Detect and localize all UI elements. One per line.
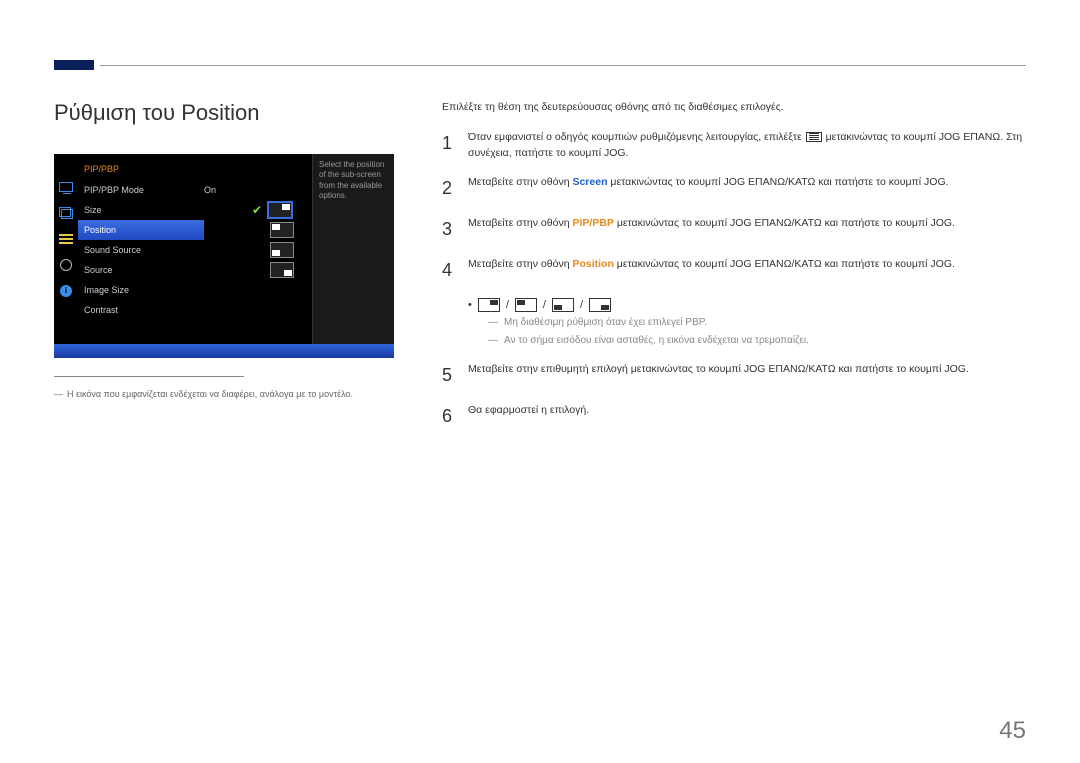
osd-item-mode[interactable]: PIP/PBP Mode [84,180,204,200]
osd-values: On [204,154,252,358]
osd-value-mode: On [204,185,216,195]
subnote-2: ― Αν το σήμα εισόδου είναι ασταθές, η ει… [488,334,1026,348]
osd-category-title: PIP/PBP [84,160,204,180]
subnote-text: Μη διαθέσιμη ρύθμιση όταν έχει επιλεγεί … [504,316,707,330]
osd-tab-screen-icon[interactable] [57,206,75,220]
sep: / [543,299,546,311]
step-body: Μεταβείτε στην οθόνη Screen μετακινώντας… [468,175,949,202]
dash-icon: ― [488,316,498,330]
osd-item-label: Contrast [84,305,118,315]
sep: / [580,299,583,311]
step-body: Θα εφαρμοστεί η επιλογή. [468,403,589,430]
step-4: 4 Μεταβείτε στην οθόνη Position μετακινώ… [442,257,1026,284]
step-3: 3 Μεταβείτε στην οθόνη PIP/PBP μετακινών… [442,216,1026,243]
osd-item-label: Source [84,265,113,275]
header-rule [100,65,1026,66]
osd-tab-info-icon[interactable]: i [57,284,75,298]
step-text: Μεταβείτε στην οθόνη [468,258,572,270]
step-number: 4 [442,257,456,284]
osd-bottom-bar [54,344,394,358]
dash-icon: ― [488,334,498,348]
osd-item-label: Position [84,225,116,235]
step-2: 2 Μεταβείτε στην οθόνη Screen μετακινώντ… [442,175,1026,202]
osd-list: PIP/PBP PIP/PBP Mode Size Position Sound… [78,154,204,358]
osd-tab-onscreen-icon[interactable] [57,232,75,246]
osd-item-sound-source[interactable]: Sound Source [84,240,204,260]
osd-item-label: PIP/PBP Mode [84,185,144,195]
page-number: 45 [999,717,1026,745]
check-icon: ✔ [252,203,262,217]
osd-tab-settings-icon[interactable] [57,258,75,272]
header-accent [54,60,94,70]
subnote-1: ― Μη διαθέσιμη ρύθμιση όταν έχει επιλεγε… [488,316,1026,330]
highlight-pippbp: PIP/PBP [572,217,613,229]
osd-item-label: Sound Source [84,245,141,255]
osd-item-label: Image Size [84,285,129,295]
step-text: Όταν εμφανιστεί ο οδηγός κουμπιών ρυθμιζ… [468,131,805,143]
step-number: 2 [442,175,456,202]
footnote-rule [54,376,244,377]
osd-item-label: Size [84,205,102,215]
position-option-bottom-right[interactable] [270,262,294,278]
osd-item-image-size[interactable]: Image Size [84,280,204,300]
step-text: μετακινώντας το κουμπί JOG ΕΠΑΝΩ/ΚΑΤΩ κα… [614,217,955,229]
left-footnote: ― Η εικόνα που εμφανίζεται ενδέχεται να … [54,389,394,399]
sep: / [506,299,509,311]
subnote-text: Αν το σήμα εισόδου είναι ασταθές, η εικό… [504,334,809,348]
highlight-position: Position [572,258,613,270]
osd-menu: i PIP/PBP PIP/PBP Mode Size Position Sou… [54,154,394,358]
footnote-text: Η εικόνα που εμφανίζεται ενδέχεται να δι… [67,389,353,399]
step-6: 6 Θα εφαρμοστεί η επιλογή. [442,403,1026,430]
step-body: Μεταβείτε στην οθόνη PIP/PBP μετακινώντα… [468,216,955,243]
step-number: 3 [442,216,456,243]
page-title: Ρύθμιση του Position [54,100,394,126]
step-5: 5 Μεταβείτε στην επιθυμητή επιλογή μετακ… [442,362,1026,389]
step-text: Μεταβείτε στην οθόνη [468,176,572,188]
step-text: μετακινώντας το κουμπί JOG ΕΠΑΝΩ/ΚΑΤΩ κα… [614,258,955,270]
highlight-screen: Screen [572,176,607,188]
step-1: 1 Όταν εμφανιστεί ο οδηγός κουμπιών ρυθμ… [442,130,1026,162]
osd-tab-picture-icon[interactable] [57,180,75,194]
step-text: μετακινώντας το κουμπί JOG ΕΠΑΝΩ/ΚΑΤΩ κα… [608,176,949,188]
pos-icon-top-right [478,298,500,312]
step-body: Μεταβείτε στην οθόνη Position μετακινώντ… [468,257,955,284]
osd-help-text: Select the position of the sub-screen fr… [312,154,394,358]
step-body: Όταν εμφανιστεί ο οδηγός κουμπιών ρυθμιζ… [468,130,1026,162]
step-number: 6 [442,403,456,430]
position-icons-row: • / / / [468,298,1026,312]
bullet-dot: • [468,299,472,311]
osd-position-thumbs: ✔ [252,154,312,358]
menu-icon [806,132,822,142]
pos-icon-bottom-right [589,298,611,312]
intro-text: Επιλέξτε τη θέση της δευτερεύουσας οθόνη… [442,100,1026,116]
osd-item-contrast[interactable]: Contrast [84,300,204,320]
osd-item-size[interactable]: Size [84,200,204,220]
pos-icon-top-left [515,298,537,312]
osd-item-source[interactable]: Source [84,260,204,280]
pos-icon-bottom-left [552,298,574,312]
step-text: Μεταβείτε στην οθόνη [468,217,572,229]
step-number: 5 [442,362,456,389]
step-body: Μεταβείτε στην επιθυμητή επιλογή μετακιν… [468,362,969,389]
step-number: 1 [442,130,456,162]
osd-sidebar: i [54,154,78,358]
position-option-top-left[interactable] [270,222,294,238]
osd-item-position[interactable]: Position [78,220,204,240]
position-option-bottom-left[interactable] [270,242,294,258]
dash-icon: ― [54,389,63,399]
position-option-top-right[interactable] [268,202,292,218]
